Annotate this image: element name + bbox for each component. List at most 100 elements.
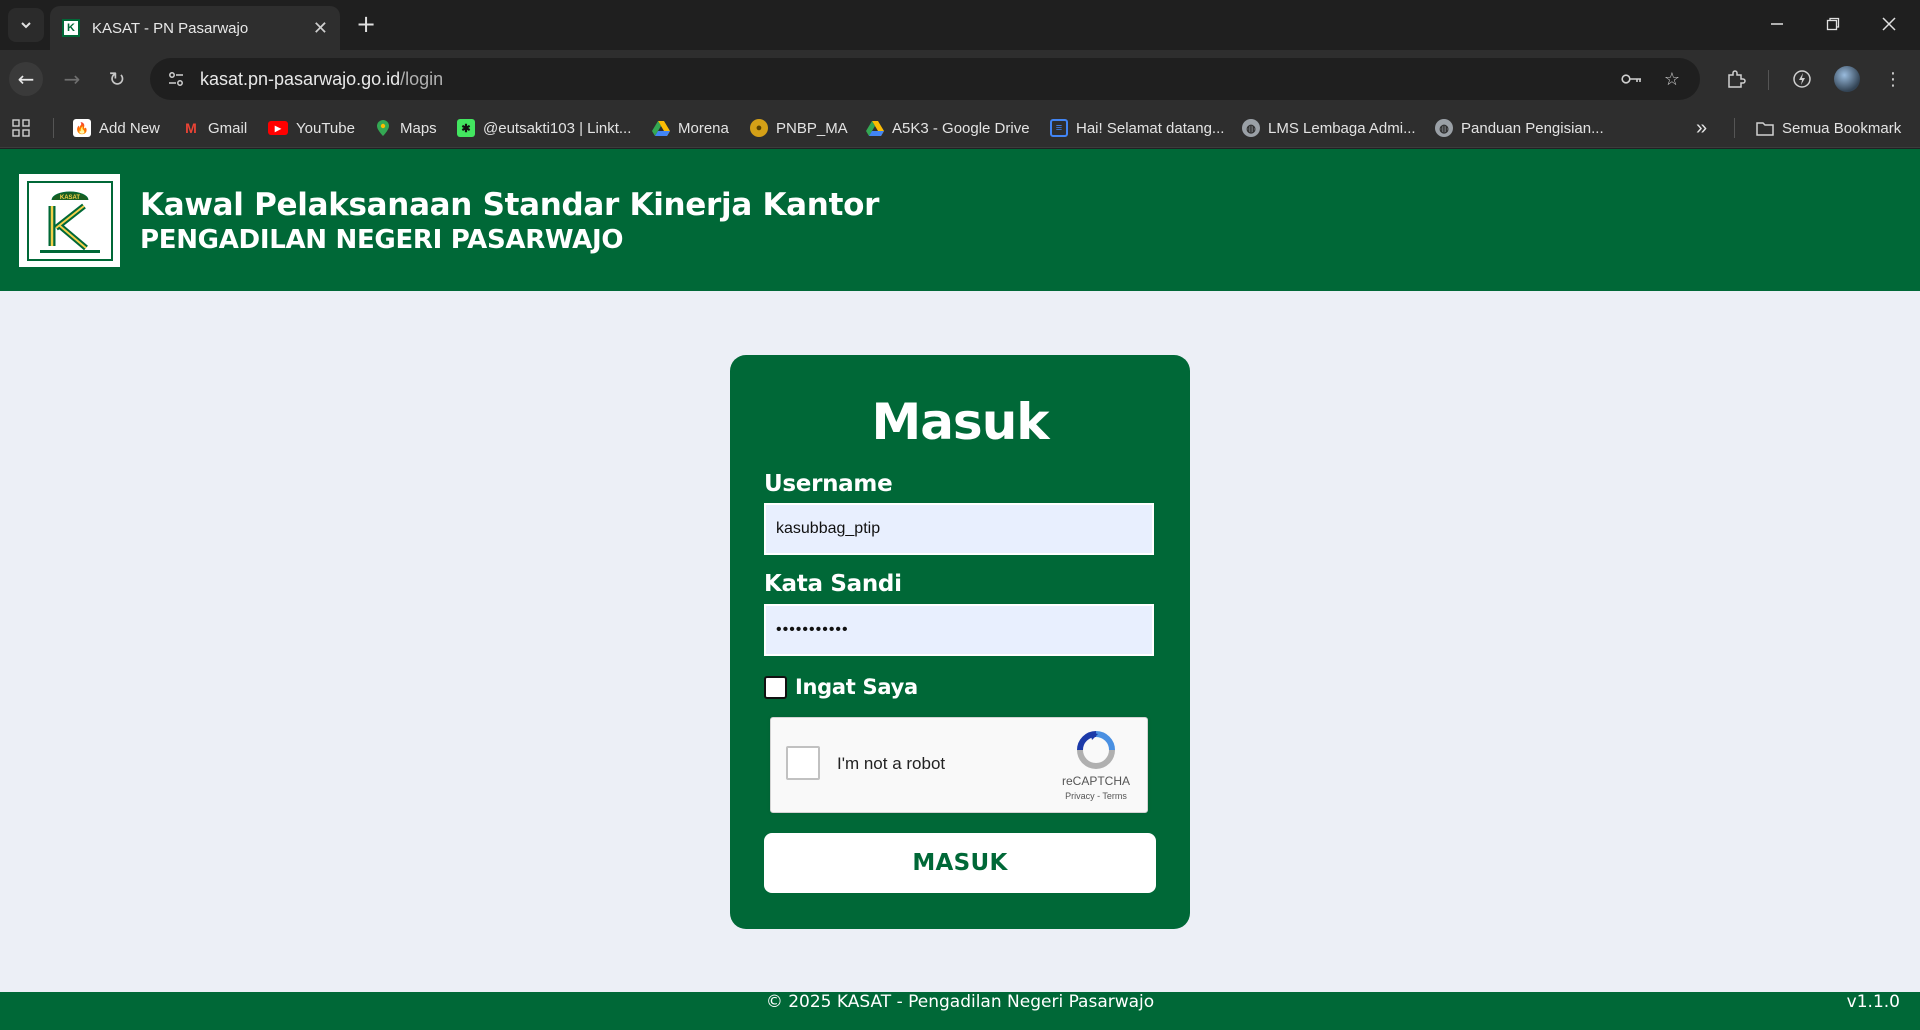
url-path: /login: [400, 68, 444, 89]
gmail-icon: M: [185, 120, 197, 136]
browser-toolbar: ← → ↻ kasat.pn-pasarwajo.go.id/login ☆ ⋮: [0, 50, 1920, 108]
password-key-icon[interactable]: [1620, 67, 1644, 91]
bookmark-label: Gmail: [208, 119, 248, 137]
kasat-logo-icon: K: [62, 19, 80, 37]
password-label: Kata Sandi: [764, 571, 902, 597]
arrow-right-icon: →: [63, 67, 81, 91]
bookmark-star-icon[interactable]: ☆: [1660, 67, 1684, 91]
site-footer: © 2025 KASAT - Pengadilan Negeri Pasarwa…: [0, 992, 1920, 1030]
username-label: Username: [764, 471, 893, 497]
bookmark-label: LMS Lembaga Admi...: [1268, 119, 1416, 137]
apps-grid-icon: [12, 119, 30, 137]
remember-label: Ingat Saya: [795, 675, 918, 699]
globe-icon: ◍: [1435, 119, 1453, 137]
restore-icon: [1826, 17, 1840, 31]
site-subtitle: PENGADILAN NEGERI PASARWAJO: [140, 225, 624, 255]
login-submit-button[interactable]: MASUK: [764, 833, 1156, 893]
recaptcha-label: I'm not a robot: [837, 754, 946, 773]
bookmark-label: Morena: [678, 119, 729, 137]
linktree-icon: ✱: [457, 119, 475, 137]
back-button[interactable]: ←: [9, 62, 43, 96]
bookmark-label: Maps: [400, 119, 437, 137]
drive-icon: [866, 119, 884, 137]
bookmark-pnbp[interactable]: ● PNBP_MA: [750, 108, 848, 148]
login-title: Masuk: [871, 393, 1049, 451]
restore-button[interactable]: [1810, 8, 1856, 40]
url-text: kasat.pn-pasarwajo.go.id/login: [200, 69, 443, 90]
login-card: Masuk Username Kata Sandi Ingat Saya I'm…: [730, 355, 1190, 929]
drive-icon: [652, 119, 670, 137]
bookmarks-bar: 🔥 Add New M Gmail ▶ YouTube Maps ✱ @euts…: [0, 108, 1920, 148]
recaptcha-logo-icon: [1077, 731, 1115, 769]
more-bookmarks-button[interactable]: »: [1696, 108, 1707, 148]
bookmark-a5k3-drive[interactable]: A5K3 - Google Drive: [866, 108, 1030, 148]
arrow-left-icon: ←: [17, 67, 35, 91]
bookmark-morena[interactable]: Morena: [652, 108, 729, 148]
bookmark-add-new[interactable]: 🔥 Add New: [73, 108, 160, 148]
minimize-icon: [1771, 23, 1783, 25]
chevron-double-right-icon: »: [1696, 116, 1708, 139]
tab-strip: K KASAT - PN Pasarwajo ✕ +: [0, 0, 1920, 50]
youtube-icon: ▶: [268, 121, 288, 135]
bookmarks-divider: [53, 118, 54, 138]
password-input[interactable]: [764, 604, 1154, 656]
site-header: KASAT Kawal Pelaksanaan Standar Kinerja …: [0, 149, 1920, 291]
site-title: Kawal Pelaksanaan Standar Kinerja Kantor: [140, 187, 880, 223]
all-bookmarks-label: Semua Bookmark: [1782, 119, 1902, 137]
close-window-button[interactable]: [1866, 8, 1912, 40]
recaptcha-widget: I'm not a robot reCAPTCHA Privacy - Term…: [770, 717, 1148, 813]
bookmark-youtube[interactable]: ▶ YouTube: [268, 108, 355, 148]
bookmark-gmail[interactable]: M Gmail: [182, 108, 247, 148]
new-tab-button[interactable]: +: [352, 10, 380, 38]
forward-button[interactable]: →: [55, 62, 89, 96]
apps-button[interactable]: [12, 108, 30, 148]
globe-icon: ◍: [1242, 119, 1260, 137]
footer-copyright: © 2025 KASAT - Pengadilan Negeri Pasarwa…: [765, 992, 1155, 1012]
bookmark-panduan[interactable]: ◍ Panduan Pengisian...: [1435, 108, 1604, 148]
page-content: KASAT Kawal Pelaksanaan Standar Kinerja …: [0, 149, 1920, 1030]
pnbp-icon: ●: [750, 119, 768, 137]
kasat-logo-frame: KASAT: [26, 180, 113, 261]
bookmark-linktree[interactable]: ✱ @eutsakti103 | Linkt...: [457, 108, 631, 148]
bookmark-label: @eutsakti103 | Linkt...: [483, 119, 632, 137]
footer-version: v1.1.0: [1846, 992, 1900, 1012]
kasat-logo-icon: KASAT: [39, 191, 100, 253]
profile-avatar[interactable]: [1834, 66, 1860, 92]
page-icon: ≡: [1050, 119, 1068, 137]
remember-me[interactable]: Ingat Saya: [764, 675, 918, 699]
tab-title: KASAT - PN Pasarwajo: [92, 19, 249, 37]
maps-pin-icon: [374, 119, 392, 137]
address-bar[interactable]: kasat.pn-pasarwajo.go.id/login ☆: [150, 58, 1700, 100]
bookmark-selamat-datang[interactable]: ≡ Hai! Selamat datang...: [1050, 108, 1224, 148]
bookmark-label: A5K3 - Google Drive: [892, 119, 1030, 137]
close-icon[interactable]: ✕: [313, 18, 328, 39]
username-input[interactable]: [764, 503, 1154, 555]
browser-tab[interactable]: K KASAT - PN Pasarwajo ✕: [50, 6, 340, 50]
menu-kebab-icon[interactable]: ⋮: [1880, 66, 1906, 92]
bookmark-label: Hai! Selamat datang...: [1076, 119, 1225, 137]
toolbar-divider: [1768, 70, 1769, 90]
extensions-icon[interactable]: [1723, 66, 1749, 92]
bookmarks-divider: [1734, 118, 1735, 138]
performance-icon[interactable]: [1789, 66, 1815, 92]
remember-checkbox[interactable]: [764, 675, 787, 699]
tab-search-button[interactable]: [8, 8, 44, 42]
bookmark-label: YouTube: [296, 119, 355, 137]
all-bookmarks-button[interactable]: Semua Bookmark: [1756, 108, 1901, 148]
kasat-logo: KASAT: [19, 174, 120, 267]
bookmark-label: Add New: [99, 119, 160, 137]
chevron-down-icon: [21, 22, 31, 29]
recaptcha-links[interactable]: Privacy - Terms: [1051, 791, 1141, 801]
url-host: kasat.pn-pasarwajo.go.id: [200, 68, 401, 89]
recaptcha-checkbox[interactable]: [786, 746, 820, 780]
bookmark-label: PNBP_MA: [776, 119, 848, 137]
reload-button[interactable]: ↻: [100, 62, 134, 96]
fire-icon: 🔥: [73, 119, 91, 137]
recaptcha-brand: reCAPTCHA: [1061, 774, 1130, 788]
close-icon: [1882, 17, 1896, 31]
bookmark-lms[interactable]: ◍ LMS Lembaga Admi...: [1242, 108, 1416, 148]
bookmark-maps[interactable]: Maps: [374, 108, 437, 148]
minimize-button[interactable]: [1754, 8, 1800, 40]
logo-text: KASAT: [59, 195, 80, 201]
site-info-icon[interactable]: [164, 67, 188, 91]
